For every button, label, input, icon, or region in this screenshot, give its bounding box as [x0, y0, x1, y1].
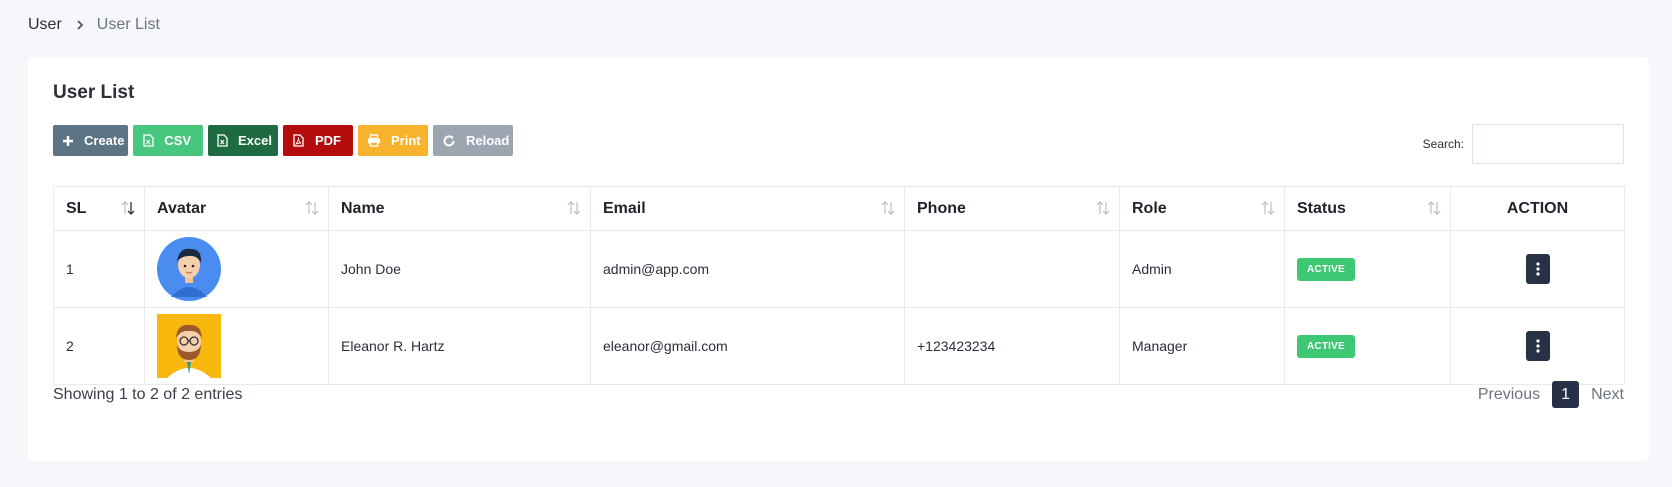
card-title: User List: [53, 82, 135, 103]
status-badge: ACTIVE: [1297, 334, 1355, 358]
print-button[interactable]: Print: [358, 125, 428, 156]
vertical-dots-icon: [1535, 339, 1540, 353]
header-label: SL: [66, 199, 87, 217]
pagination-page-current[interactable]: 1: [1552, 381, 1580, 408]
toolbar: Create CSV Excel PDF Print Reload: [53, 125, 513, 156]
column-header-email[interactable]: Email: [590, 186, 905, 231]
search-container: Search:: [1423, 124, 1624, 164]
sort-icon: [1261, 201, 1275, 215]
sort-asc-icon: [121, 201, 135, 215]
cell-action: [1450, 230, 1625, 308]
cell-phone: [904, 230, 1120, 308]
plus-icon: [62, 134, 74, 148]
cell-sl: 1: [53, 230, 145, 308]
vertical-dots-icon: [1535, 262, 1540, 276]
file-pdf-icon: [292, 134, 305, 148]
sort-icon: [881, 201, 895, 215]
pagination-next[interactable]: Next: [1591, 386, 1624, 404]
table-header-row: SL Avatar Name Email Phone Role Status A…: [53, 186, 1625, 231]
cell-action: [1450, 307, 1625, 385]
header-label: ACTION: [1506, 199, 1569, 217]
column-header-name[interactable]: Name: [328, 186, 591, 231]
header-label: Name: [341, 199, 385, 217]
cell-phone: +123423234: [904, 307, 1120, 385]
cell-avatar: [144, 307, 329, 385]
cell-status: ACTIVE: [1284, 230, 1451, 308]
breadcrumb-user[interactable]: User: [28, 16, 62, 34]
column-header-action: ACTION: [1450, 186, 1625, 231]
status-badge: ACTIVE: [1297, 257, 1355, 281]
breadcrumb-current: User List: [96, 16, 160, 33]
printer-icon: [367, 134, 381, 148]
cell-email: admin@app.com: [590, 230, 905, 308]
sort-icon: [305, 201, 319, 215]
bearded-man-avatar: [157, 314, 221, 378]
header-label: Email: [603, 199, 646, 217]
cell-status: ACTIVE: [1284, 307, 1451, 385]
chevron-right-icon: [75, 19, 87, 31]
file-excel-icon: [217, 134, 228, 148]
pagination: Previous 1 Next: [1478, 381, 1624, 408]
column-header-sl[interactable]: SL: [53, 186, 145, 231]
cell-sl: 2: [53, 307, 145, 385]
row-actions-button[interactable]: [1525, 331, 1550, 361]
excel-button[interactable]: Excel: [208, 125, 278, 156]
column-header-avatar[interactable]: Avatar: [144, 186, 329, 231]
cell-avatar: [144, 230, 329, 308]
table-row: 2 Eleanor R. Hartz eleanor@gmail.com +12…: [53, 307, 1625, 385]
pdf-label: PDF: [315, 133, 341, 148]
cell-name: Eleanor R. Hartz: [328, 307, 591, 385]
reload-button[interactable]: Reload: [433, 125, 513, 156]
print-label: Print: [391, 133, 421, 148]
row-actions-button[interactable]: [1525, 254, 1550, 284]
pagination-previous[interactable]: Previous: [1478, 386, 1540, 404]
sort-icon: [567, 201, 581, 215]
breadcrumb: User User List: [28, 16, 160, 34]
user-list-card: User List Create CSV Excel PDF Print Rel…: [28, 57, 1649, 461]
table-row: 1 John Doe admin@app.com Admin ACTIVE: [53, 230, 1625, 308]
reload-label: Reload: [466, 133, 510, 148]
csv-label: CSV: [164, 133, 191, 148]
cell-role: Admin: [1119, 230, 1285, 308]
excel-label: Excel: [238, 133, 272, 148]
csv-button[interactable]: CSV: [133, 125, 203, 156]
reload-icon: [442, 134, 456, 148]
entries-info: Showing 1 to 2 of 2 entries: [53, 386, 243, 403]
users-table: SL Avatar Name Email Phone Role Status A…: [53, 186, 1625, 385]
header-label: Role: [1132, 199, 1167, 217]
header-label: Status: [1297, 199, 1346, 217]
cell-name: John Doe: [328, 230, 591, 308]
column-header-role[interactable]: Role: [1119, 186, 1285, 231]
cell-email: eleanor@gmail.com: [590, 307, 905, 385]
search-input[interactable]: [1472, 124, 1624, 164]
search-label: Search:: [1422, 137, 1464, 151]
file-csv-icon: [142, 134, 154, 148]
header-label: Avatar: [157, 199, 207, 217]
create-label: Create: [84, 133, 125, 148]
sort-icon: [1096, 201, 1110, 215]
create-button[interactable]: Create: [53, 125, 128, 156]
column-header-phone[interactable]: Phone: [904, 186, 1120, 231]
sort-icon: [1427, 201, 1441, 215]
boy-avatar: [157, 237, 221, 301]
header-label: Phone: [917, 199, 966, 217]
pdf-button[interactable]: PDF: [283, 125, 353, 156]
column-header-status[interactable]: Status: [1284, 186, 1451, 231]
cell-role: Manager: [1119, 307, 1285, 385]
